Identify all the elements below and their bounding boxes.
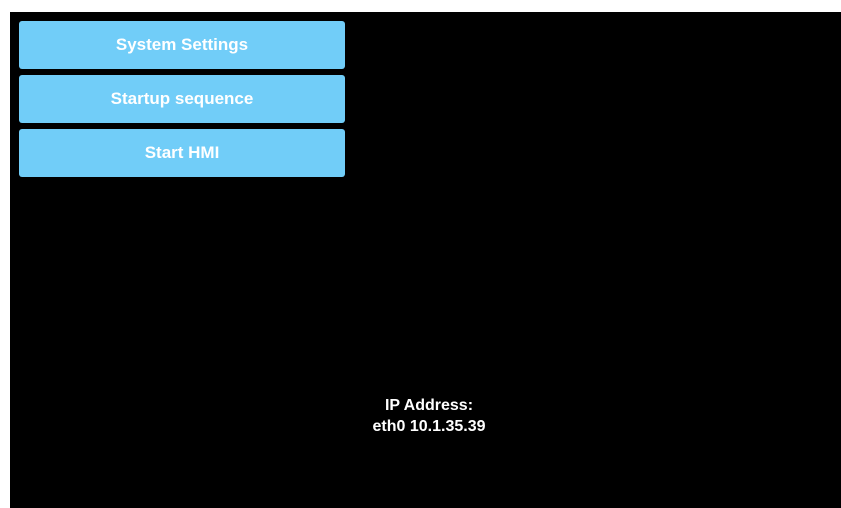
system-settings-button[interactable]: System Settings bbox=[19, 21, 345, 69]
startup-sequence-button[interactable]: Startup sequence bbox=[19, 75, 345, 123]
main-menu: System Settings Startup sequence Start H… bbox=[19, 21, 345, 183]
hmi-screen: System Settings Startup sequence Start H… bbox=[10, 12, 841, 508]
ip-address-heading: IP Address: bbox=[384, 397, 474, 414]
ip-address-panel: IP Address: eth0 10.1.35.39 bbox=[10, 395, 841, 437]
start-hmi-button[interactable]: Start HMI bbox=[19, 129, 345, 177]
ip-address-value: eth0 10.1.35.39 bbox=[372, 418, 486, 435]
